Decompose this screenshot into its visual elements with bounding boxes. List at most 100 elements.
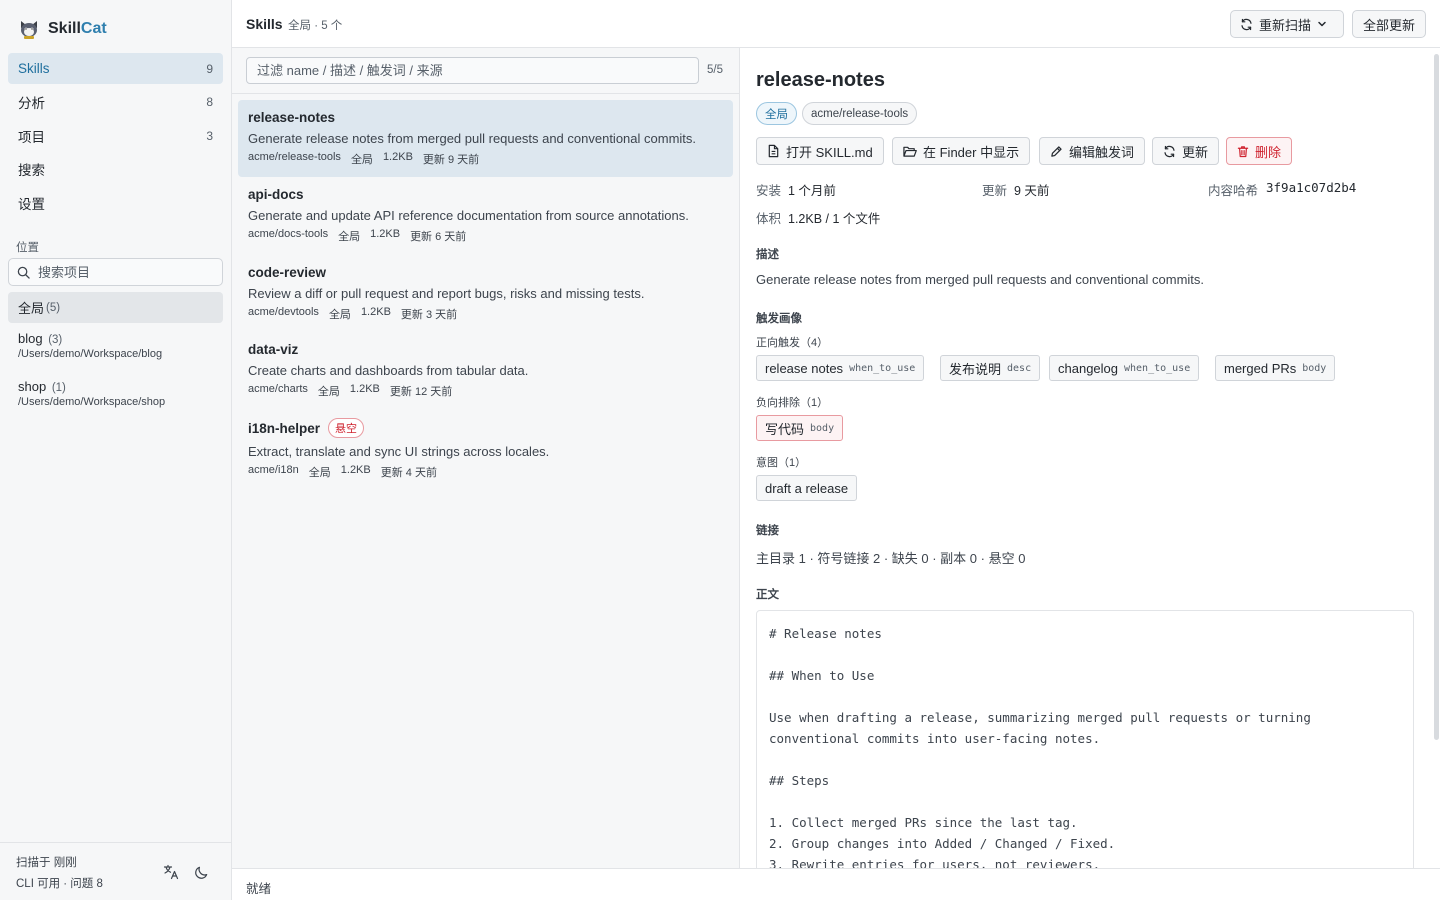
nav-search[interactable]: 搜索 bbox=[8, 153, 223, 184]
nav-settings[interactable]: 设置 bbox=[8, 187, 223, 218]
location-shop[interactable]: shop (1) /Users/demo/Workspace/shop bbox=[8, 379, 223, 415]
rescan-button[interactable]: 重新扫描 bbox=[1230, 10, 1344, 38]
trigger-text: 写代码 bbox=[765, 421, 805, 437]
nav-label: 分析 bbox=[18, 95, 45, 111]
nav-label: 设置 bbox=[18, 196, 45, 212]
skill-scope: 全局 bbox=[328, 309, 351, 321]
positive-triggers-label: 正向触发（4） bbox=[756, 337, 829, 349]
nav-label: Skills bbox=[18, 61, 50, 76]
skill-source: acme/devtools bbox=[248, 306, 319, 318]
trigger-source: desc bbox=[1007, 362, 1032, 374]
skill-row[interactable]: data-viz Create charts and dashboards fr… bbox=[238, 333, 733, 410]
chevron-down-icon bbox=[1318, 21, 1326, 27]
trigger-source: body bbox=[810, 422, 835, 434]
skill-row[interactable]: release-notes Generate release notes fro… bbox=[238, 100, 733, 177]
page-title: Skills bbox=[246, 16, 283, 32]
trigger-chip[interactable]: changelog when_to_use bbox=[1049, 355, 1200, 381]
skill-source: acme/charts bbox=[248, 383, 308, 395]
skill-desc: Generate and update API reference docume… bbox=[248, 208, 689, 223]
trash-icon bbox=[1237, 145, 1249, 157]
status-bar: 就绪 bbox=[232, 868, 1440, 900]
location-count: (3) bbox=[48, 334, 63, 346]
trigger-chip[interactable]: 发布说明 desc bbox=[940, 355, 1041, 381]
cli-status: CLI 可用 · 问题 8 bbox=[16, 878, 103, 890]
skill-body-text: # Release notes ## When to Use Use when … bbox=[769, 626, 1311, 868]
refresh-icon bbox=[1241, 18, 1252, 30]
updated-label: 更新 bbox=[982, 184, 1008, 198]
project-search-input[interactable] bbox=[38, 264, 213, 280]
skill-scope: 全局 bbox=[350, 154, 373, 166]
detail-scrollbar[interactable] bbox=[1434, 54, 1439, 740]
filter-count: 5/5 bbox=[707, 64, 723, 76]
skill-source: acme/release-tools bbox=[248, 151, 341, 163]
updated-value: 9 天前 bbox=[1014, 184, 1050, 198]
trigger-text: merged PRs bbox=[1224, 360, 1297, 376]
skill-desc: Review a diff or pull request and report… bbox=[248, 286, 645, 301]
refresh-icon bbox=[1164, 145, 1175, 157]
update-all-label: 全部更新 bbox=[1362, 17, 1415, 33]
skill-name: code-review bbox=[248, 265, 327, 280]
trigger-source: when_to_use bbox=[849, 362, 916, 374]
skill-updated: 更新 9 天前 bbox=[422, 154, 480, 166]
file-icon bbox=[768, 144, 779, 158]
description-text: Generate release notes from merged pull … bbox=[756, 272, 1205, 287]
brand[interactable]: SkillCat bbox=[18, 16, 107, 42]
show-in-finder-button[interactable]: 在 Finder 中显示 bbox=[892, 137, 1031, 165]
skill-body-viewer[interactable]: # Release notes ## When to Use Use when … bbox=[756, 610, 1414, 868]
finder-label: 在 Finder 中显示 bbox=[923, 144, 1020, 160]
trigger-source: when_to_use bbox=[1124, 362, 1191, 374]
location-blog[interactable]: blog (3) /Users/demo/Workspace/blog bbox=[8, 331, 223, 367]
sidebar: SkillCat Skills 9 分析 8 项目 3 搜索 设置 位置 全局 … bbox=[0, 0, 232, 900]
hash-label: 内容哈希 bbox=[1208, 184, 1259, 198]
topbar: Skills 全局 · 5 个 重新扫描 全部更新 bbox=[232, 0, 1440, 48]
skill-scope: 全局 bbox=[338, 231, 361, 243]
trigger-chip[interactable]: merged PRs body bbox=[1215, 355, 1336, 381]
skill-row[interactable]: api-docs Generate and update API referen… bbox=[238, 178, 733, 255]
skill-meta: acme/release-tools 全局 1.2KB 更新 9 天前 bbox=[248, 151, 723, 167]
skill-row[interactable]: code-review Review a diff or pull reques… bbox=[238, 256, 733, 333]
body-heading: 正文 bbox=[756, 589, 779, 601]
update-skill-button[interactable]: 更新 bbox=[1152, 137, 1220, 165]
page-subtitle: 全局 · 5 个 bbox=[288, 20, 343, 32]
skill-meta: acme/charts 全局 1.2KB 更新 12 天前 bbox=[248, 383, 723, 399]
negative-trigger-chip[interactable]: 写代码 body bbox=[756, 415, 844, 441]
nav-skills[interactable]: Skills 9 bbox=[8, 53, 223, 84]
location-path: /Users/demo/Workspace/blog bbox=[18, 348, 163, 360]
skill-source: acme/i18n bbox=[248, 464, 299, 476]
project-search[interactable] bbox=[8, 258, 223, 286]
brand-name: SkillCat bbox=[48, 20, 107, 37]
moon-icon bbox=[194, 866, 207, 879]
skill-updated: 更新 6 天前 bbox=[410, 231, 467, 243]
rescan-label: 重新扫描 bbox=[1259, 17, 1312, 33]
update-label: 更新 bbox=[1182, 144, 1209, 160]
nav-analysis[interactable]: 分析 8 bbox=[8, 86, 223, 117]
location-name: shop bbox=[18, 379, 47, 394]
open-skill-md-button[interactable]: 打开 SKILL.md bbox=[756, 137, 884, 165]
triggers-heading: 触发画像 bbox=[756, 313, 802, 325]
skill-updated: 更新 12 天前 bbox=[389, 386, 453, 398]
location-global[interactable]: 全局 (5) bbox=[8, 292, 223, 323]
nav-projects[interactable]: 项目 3 bbox=[8, 120, 223, 151]
links-heading: 链接 bbox=[756, 525, 779, 537]
skill-size: 1.2KB bbox=[370, 228, 401, 240]
edit-triggers-button[interactable]: 编辑触发词 bbox=[1039, 137, 1146, 165]
trigger-text: changelog bbox=[1058, 360, 1118, 376]
delete-skill-button[interactable]: 删除 bbox=[1226, 137, 1293, 165]
language-button[interactable] bbox=[161, 862, 181, 882]
delete-label: 删除 bbox=[1255, 144, 1282, 160]
skill-row[interactable]: i18n-helper 悬空 Extract, translate and sy… bbox=[238, 411, 733, 491]
skill-name: data-viz bbox=[248, 342, 299, 357]
filter-bar: 5/5 bbox=[232, 48, 739, 94]
pencil-icon bbox=[1051, 145, 1062, 157]
update-all-button[interactable]: 全部更新 bbox=[1352, 10, 1426, 38]
theme-toggle[interactable] bbox=[191, 862, 211, 882]
source-tag: acme/release-tools bbox=[802, 102, 918, 125]
size-label: 体积 bbox=[756, 212, 782, 226]
installed-value: 1 个月前 bbox=[788, 184, 836, 198]
trigger-chip[interactable]: release notes when_to_use bbox=[756, 355, 925, 381]
skill-size: 1.2KB bbox=[360, 306, 391, 318]
filter-input[interactable] bbox=[246, 57, 699, 84]
hash-value: 3f9a1c07d2b4 bbox=[1266, 180, 1357, 195]
intent-chip[interactable]: draft a release bbox=[756, 475, 858, 501]
location-path: /Users/demo/Workspace/shop bbox=[18, 396, 166, 408]
